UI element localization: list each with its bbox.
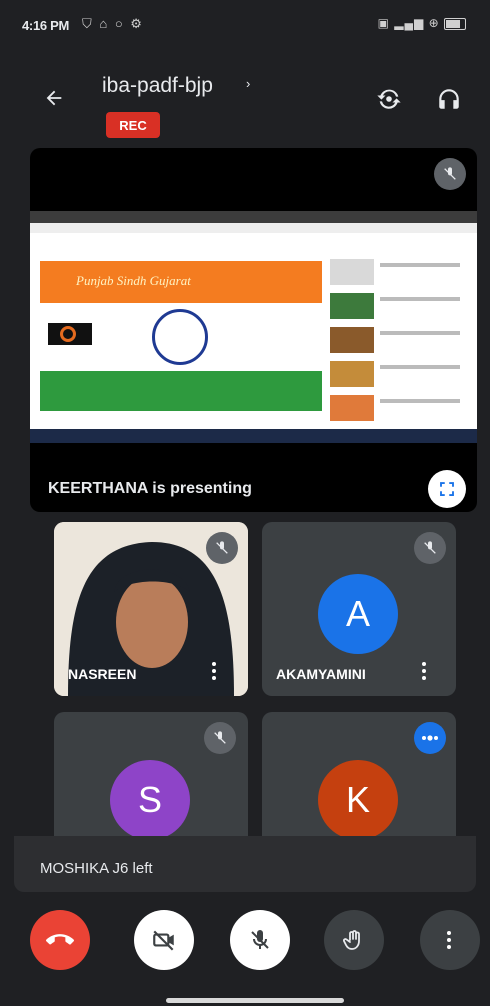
arrow-left-icon xyxy=(46,90,62,106)
browser-tabstrip xyxy=(30,211,477,223)
headphones-icon xyxy=(439,89,459,109)
home-indicator xyxy=(166,998,344,1003)
audio-level-icon xyxy=(422,735,438,741)
rec-thumb xyxy=(330,259,374,285)
rec-thumb xyxy=(330,293,374,319)
slide-title: Punjab Sindh Gujarat xyxy=(76,273,191,288)
avatar: S xyxy=(110,760,190,836)
speaking-indicator xyxy=(414,722,446,754)
ashoka-chakra xyxy=(152,309,208,365)
mic-off-icon xyxy=(251,930,269,949)
more-options-icon[interactable] xyxy=(422,659,428,683)
flag-green xyxy=(40,371,322,411)
participant-tile-akamyamini[interactable]: A AKAMYAMINI xyxy=(262,522,456,696)
channel-logo xyxy=(48,323,92,345)
participant-tile-s[interactable]: S xyxy=(54,712,248,836)
mic-off-icon xyxy=(444,167,456,180)
avatar: A xyxy=(318,574,398,654)
end-call-button[interactable] xyxy=(30,910,90,970)
participant-mic-status xyxy=(204,722,236,754)
mic-off-icon xyxy=(214,731,226,744)
more-vert-icon xyxy=(447,928,453,952)
switch-camera-button[interactable] xyxy=(372,82,406,116)
status-time: 4:16 PM xyxy=(22,18,70,33)
battery-icon xyxy=(444,17,466,30)
windows-taskbar xyxy=(30,429,477,443)
video-off-icon xyxy=(153,930,174,951)
presenter-label: KEERTHANA is presenting xyxy=(48,480,252,497)
signal-icons: ▣ ▂▄▆ ⊕ xyxy=(377,16,440,30)
toast-message: MOSHIKA J6 left xyxy=(40,860,153,877)
participant-tile-nasreen[interactable]: NASREEN xyxy=(54,522,248,696)
browser-toolbar xyxy=(30,223,477,233)
raise-hand-button[interactable] xyxy=(324,910,384,970)
participant-name: NASREEN xyxy=(68,666,137,682)
audio-output-button[interactable] xyxy=(432,82,466,116)
status-bar: 4:16 PM ⛉ ⌂ ○ ⚙ ▣ ▂▄▆ ⊕ xyxy=(0,0,490,56)
recommendation-list xyxy=(330,251,470,431)
avatar: K xyxy=(318,760,398,836)
presentation-mic-status xyxy=(434,158,466,190)
participant-mic-status xyxy=(414,532,446,564)
back-button[interactable] xyxy=(38,84,70,112)
switch-camera-icon xyxy=(377,89,401,109)
hand-icon xyxy=(343,930,360,950)
rec-thumb xyxy=(330,361,374,387)
system-icons: ▣ ▂▄▆ ⊕ xyxy=(378,16,466,30)
mic-off-icon xyxy=(424,541,436,554)
video-player: Punjab Sindh Gujarat xyxy=(40,251,322,411)
fullscreen-button[interactable] xyxy=(428,470,466,508)
more-options-button[interactable] xyxy=(420,910,480,970)
camera-toggle-button[interactable] xyxy=(134,910,194,970)
participant-tile-k[interactable]: K xyxy=(262,712,456,836)
hang-up-icon xyxy=(46,934,74,945)
participant-name: AKAMYAMINI xyxy=(276,666,366,682)
notification-icons: ⛉ ⌂ ○ ⚙ xyxy=(82,16,144,31)
shared-screen: Punjab Sindh Gujarat xyxy=(30,211,477,443)
chevron-right-icon[interactable]: › xyxy=(246,76,250,91)
meeting-title[interactable]: iba-padf-bjp xyxy=(102,74,213,98)
participant-mic-status xyxy=(206,532,238,564)
participant-left-toast: MOSHIKA J6 left xyxy=(14,836,476,892)
mic-off-icon xyxy=(216,541,228,554)
presentation-tile[interactable]: Punjab Sindh Gujarat KEERTHANA is presen… xyxy=(30,148,477,512)
rec-thumb xyxy=(330,395,374,421)
more-options-icon[interactable] xyxy=(212,659,218,683)
rec-thumb xyxy=(330,327,374,353)
recording-badge: REC xyxy=(106,112,160,138)
fullscreen-icon xyxy=(440,482,454,496)
mic-toggle-button[interactable] xyxy=(230,910,290,970)
